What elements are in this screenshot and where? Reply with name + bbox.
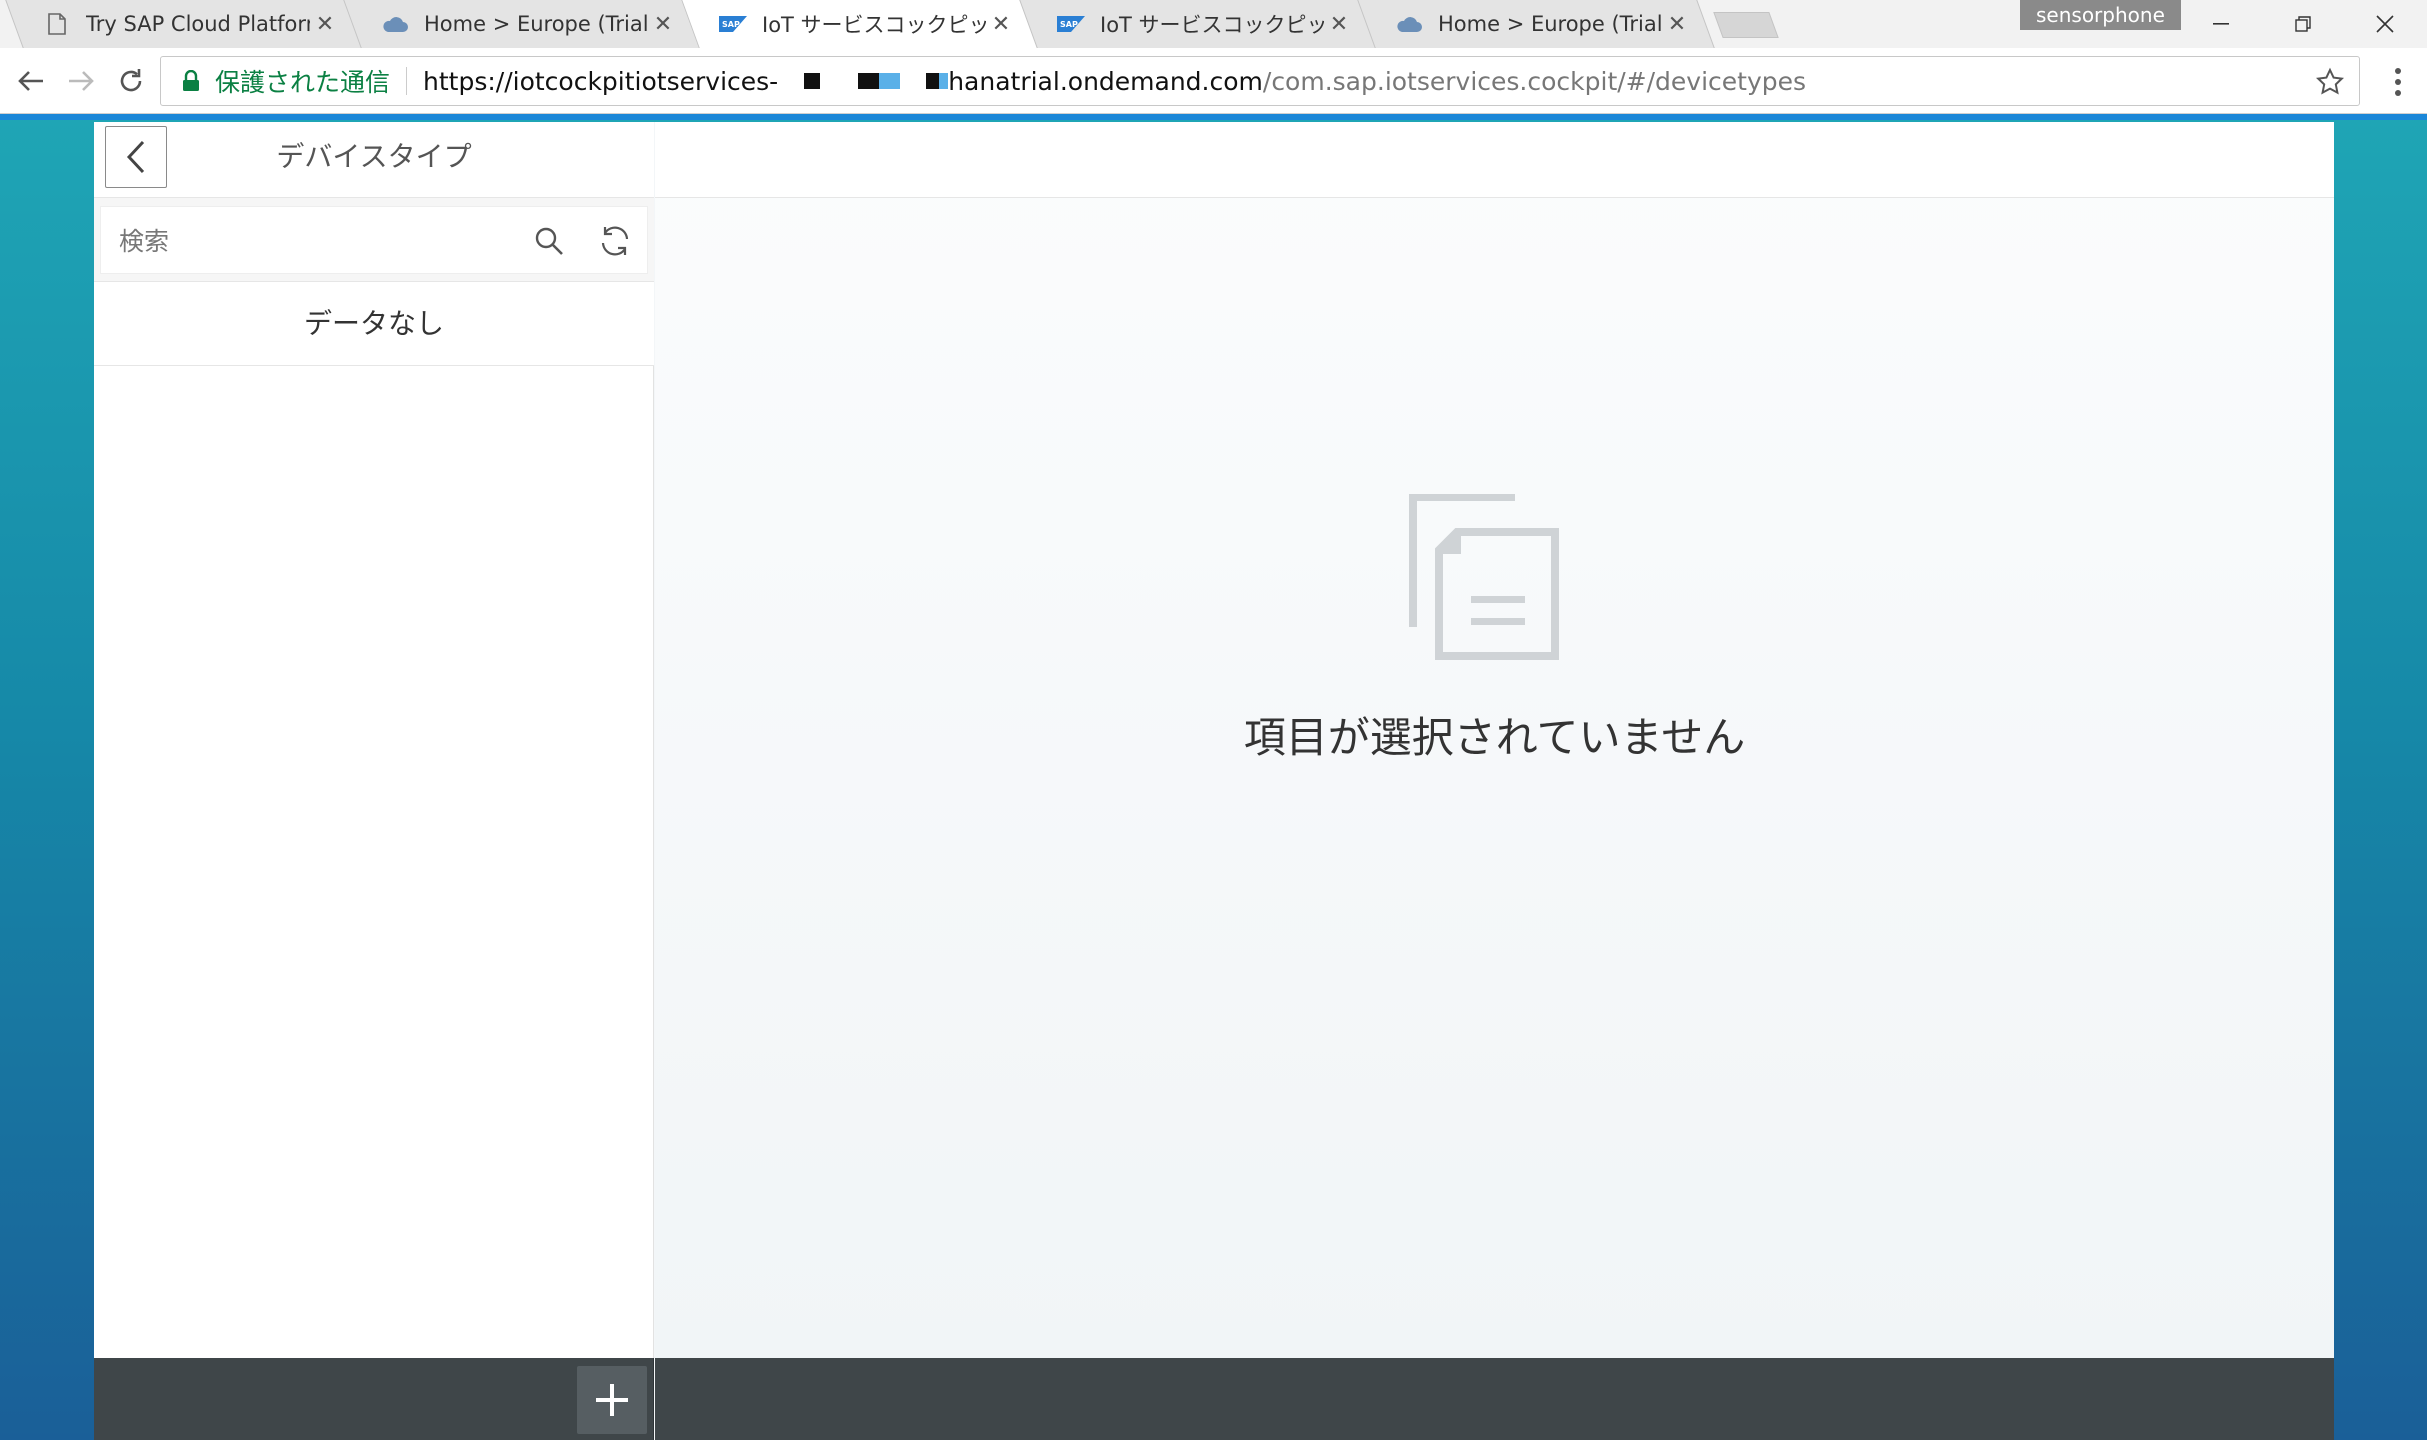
detail-footer (655, 1358, 2334, 1440)
svg-text:SAP: SAP (722, 20, 740, 29)
iot-cockpit-app: デバイスタイプ データなし (94, 122, 2334, 1440)
url-path: /com.sap.iotservices.cockpit/#/devicetyp… (1262, 66, 1807, 96)
redacted-block (926, 73, 949, 89)
browser-tab-home-europe-2[interactable]: Home > Europe (Trial) > ✕ (1357, 0, 1715, 48)
new-tab-button[interactable] (1713, 12, 1779, 38)
sap-logo-icon: SAP (1056, 12, 1086, 36)
tab-title: Home > Europe (Trial) > (424, 12, 648, 36)
browser-tab-home-europe[interactable]: Home > Europe (Trial) > ✕ (343, 0, 701, 48)
search-icon[interactable] (529, 221, 569, 261)
tab-close-icon[interactable]: ✕ (648, 12, 678, 37)
address-separator (406, 67, 408, 95)
search-field (100, 206, 648, 274)
tab-title: IoT サービスコックピット (762, 13, 986, 37)
master-header: デバイスタイプ (94, 122, 654, 198)
search-bar (94, 198, 654, 282)
page-background: デバイスタイプ データなし (0, 120, 2427, 1440)
no-data-message: データなし (94, 282, 654, 366)
search-input[interactable] (119, 217, 519, 265)
master-pane: デバイスタイプ データなし (94, 122, 654, 1358)
cloud-icon (380, 12, 410, 36)
detail-pane: 項目が選択されていません (655, 122, 2334, 1358)
plus-icon (596, 1384, 628, 1416)
browser-tab-strip: Try SAP Cloud Platform ✕ Home > Europe (… (0, 0, 2427, 48)
browser-toolbar: 保護された通信 https://iotcockpitiotservices- h… (0, 48, 2427, 114)
refresh-icon[interactable] (595, 221, 635, 261)
restore-icon[interactable] (2262, 0, 2344, 48)
empty-document-icon (1409, 493, 1559, 664)
url-host-start: https://iotcockpitiotservices- (423, 66, 779, 96)
chevron-left-icon (126, 140, 145, 174)
forward-arrow-icon[interactable] (58, 58, 104, 104)
no-item-selected-message: 項目が選択されていません (1243, 713, 1746, 762)
close-window-icon[interactable] (2344, 0, 2426, 48)
tab-close-icon[interactable]: ✕ (986, 12, 1016, 37)
tab-close-icon[interactable]: ✕ (1324, 12, 1354, 37)
lock-icon[interactable] (179, 68, 203, 94)
redacted-block (858, 73, 901, 89)
tab-title: Home > Europe (Trial) > (1438, 12, 1662, 36)
address-bar[interactable]: 保護された通信 https://iotcockpitiotservices- h… (160, 56, 2360, 106)
detail-header (655, 122, 2334, 198)
reload-icon[interactable] (108, 58, 154, 104)
url-host-end: hanatrial.ondemand.com (948, 66, 1263, 96)
svg-text:SAP: SAP (1060, 20, 1078, 29)
bookmark-star-icon[interactable] (2315, 67, 2345, 97)
back-arrow-icon[interactable] (8, 58, 54, 104)
tab-close-icon[interactable]: ✕ (1662, 12, 1692, 37)
master-title: デバイスタイプ (276, 140, 472, 173)
document-icon (42, 12, 72, 36)
browser-menu-icon[interactable] (2380, 62, 2416, 102)
master-footer (94, 1358, 654, 1440)
minimize-icon[interactable] (2180, 0, 2262, 48)
back-button[interactable] (105, 126, 167, 188)
browser-tab-iot-cockpit[interactable]: SAP IoT サービスコックピット ✕ (1019, 0, 1377, 48)
profile-badge[interactable]: sensorphone (2020, 0, 2181, 30)
tab-close-icon[interactable]: ✕ (310, 12, 340, 37)
cloud-icon (1394, 12, 1424, 36)
redacted-block (804, 73, 821, 89)
sap-logo-icon: SAP (718, 12, 748, 36)
browser-tab-iot-cockpit-active[interactable]: SAP IoT サービスコックピット ✕ (681, 0, 1039, 48)
tab-title: IoT サービスコックピット (1100, 13, 1324, 37)
add-button[interactable] (577, 1366, 647, 1434)
browser-tab-try-sap[interactable]: Try SAP Cloud Platform ✕ (5, 0, 363, 48)
tab-title: Try SAP Cloud Platform (86, 12, 310, 36)
secure-connection-label[interactable]: 保護された通信 (215, 63, 390, 99)
